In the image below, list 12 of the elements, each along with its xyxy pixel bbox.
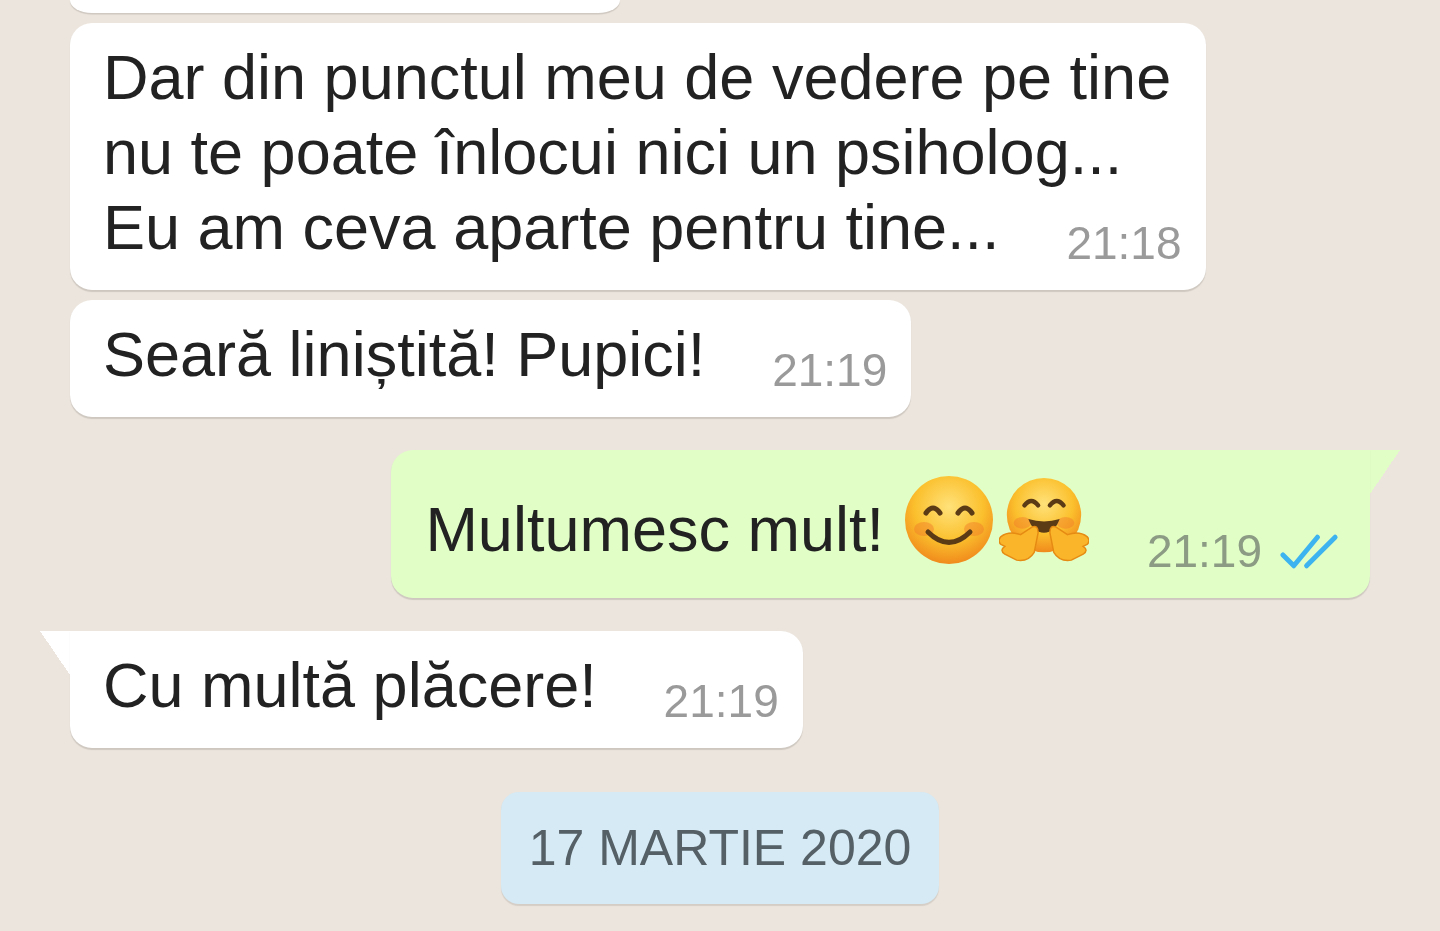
message-text: Dar din punctul meu de vedere pe tine bbox=[103, 42, 1172, 112]
message-text: nu te poate înlocui nici un psiholog... bbox=[103, 117, 1123, 187]
smiling-face-icon bbox=[904, 475, 994, 565]
message-text: Cu multă plăcere! bbox=[103, 650, 597, 720]
message-text: Seară liniștită! Pupici! bbox=[103, 319, 706, 389]
message-time: 21:19 bbox=[772, 347, 888, 393]
message-time: 21:19 bbox=[663, 678, 779, 724]
message-time: 21:18 bbox=[1066, 220, 1182, 266]
message-time: 21:19 bbox=[1146, 528, 1262, 574]
date-separator: 17 MARTIE 2020 bbox=[500, 792, 940, 904]
message-text: Eu am ceva aparte pentru tine... bbox=[103, 192, 1000, 262]
message-text: Multumesc mult! bbox=[425, 494, 884, 564]
